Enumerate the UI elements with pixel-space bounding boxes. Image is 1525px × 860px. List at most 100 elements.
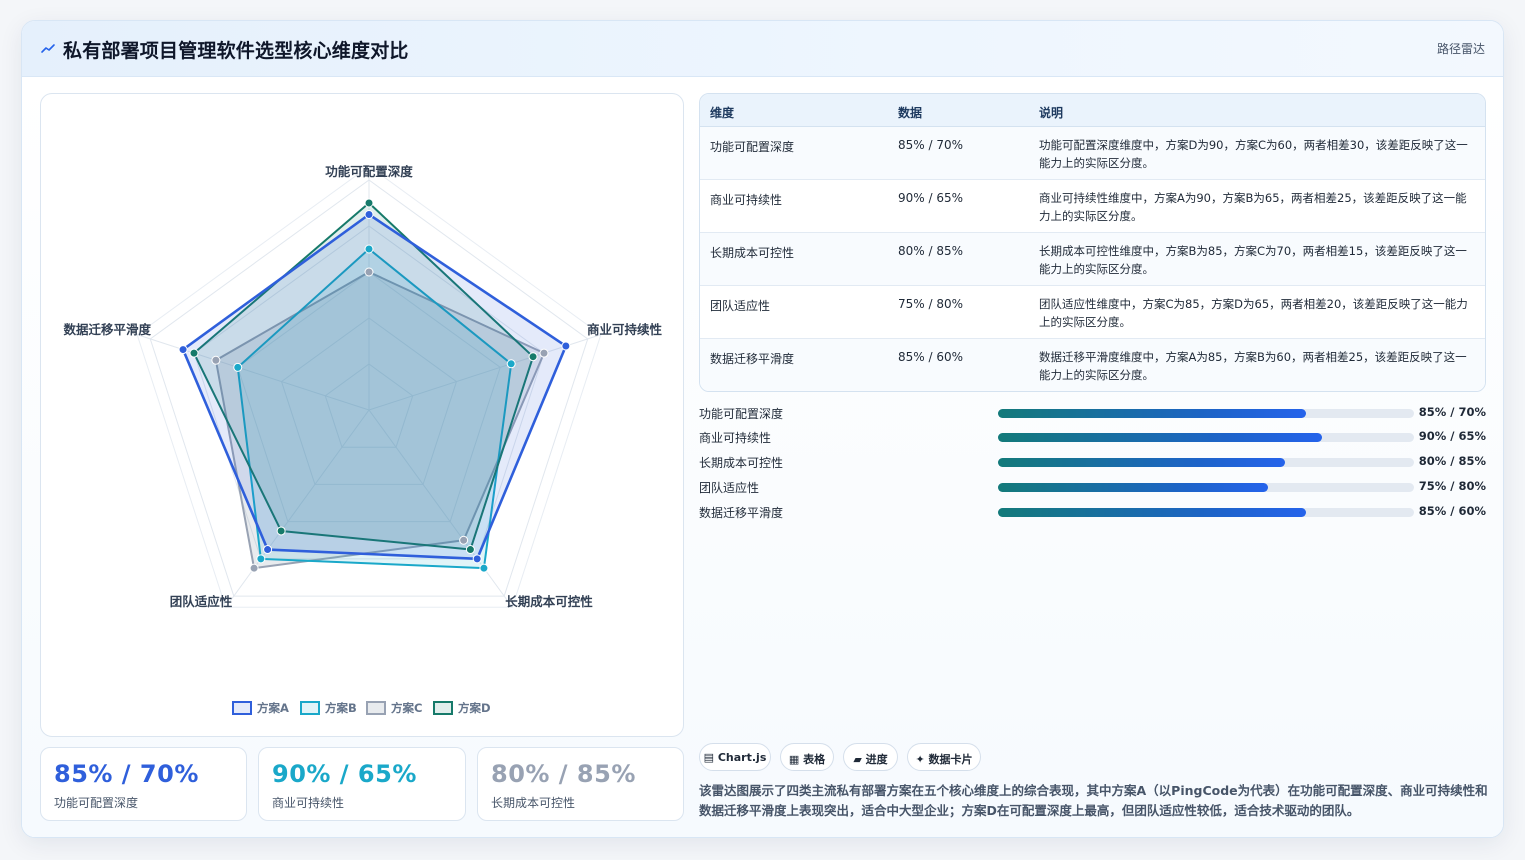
radar-data-point bbox=[256, 554, 266, 564]
progress-fill bbox=[998, 409, 1306, 418]
progress-label: 长期成本可控性 bbox=[699, 456, 784, 470]
progress-value: 75% / 80% bbox=[1418, 479, 1486, 493]
legend-label: 方案A bbox=[257, 701, 289, 715]
table-row: 长期成本可控性 80% / 85% 长期成本可控性维度中，方案B为85，方案C为… bbox=[700, 233, 1485, 286]
chart-icon: ▤ bbox=[703, 751, 715, 764]
radar-series-area bbox=[181, 213, 568, 561]
radar-data-point bbox=[211, 355, 221, 365]
progress-row: 功能可配置深度 85% / 70% bbox=[699, 403, 1486, 423]
progress-label: 功能可配置深度 bbox=[699, 407, 784, 421]
main-card: 私有部署项目管理软件选型核心维度对比 路径雷达 功能可配置深度 商业可持续性 长期成… bbox=[21, 20, 1504, 838]
radar-data-point bbox=[561, 341, 571, 351]
header-bar: 私有部署项目管理软件选型核心维度对比 路径雷达 bbox=[22, 21, 1503, 77]
radar-data-point bbox=[506, 359, 516, 369]
progress-label: 数据迁移平滑度 bbox=[699, 506, 784, 520]
cell-data: 85% / 70% bbox=[898, 138, 964, 152]
progress-fill bbox=[998, 483, 1269, 492]
data-table: 维度 数据 说明 功能可配置深度 85% / 70% 功能可配置深度维度中，方案… bbox=[699, 93, 1486, 392]
radar-data-point bbox=[364, 267, 374, 277]
progress-row: 商业可持续性 90% / 65% bbox=[699, 427, 1486, 447]
radar-data-point bbox=[178, 345, 188, 355]
progress-track bbox=[998, 409, 1414, 418]
progress-value: 90% / 65% bbox=[1418, 429, 1486, 443]
progress-track bbox=[998, 508, 1414, 517]
legend-swatch bbox=[300, 701, 320, 715]
progress-fill bbox=[998, 458, 1286, 467]
cell-data: 85% / 60% bbox=[898, 350, 964, 364]
table-row: 数据迁移平滑度 85% / 60% 数据迁移平滑度维度中，方案A为85，方案B为… bbox=[700, 339, 1485, 391]
column-header-description: 说明 bbox=[1039, 106, 1064, 120]
chip-data-card[interactable]: ✦ 数据卡片 bbox=[907, 743, 981, 771]
chip-label: 数据卡片 bbox=[928, 753, 973, 766]
radar-chart: 功能可配置深度商业可持续性长期成本可控性 团队适应性 数据迁移平滑度方案A 方案B 方案… bbox=[62, 164, 663, 715]
table-header: 维度 数据 说明 bbox=[700, 94, 1485, 127]
radar-axis-label: 团队适应性 bbox=[170, 594, 233, 609]
cell-dimension: 团队适应性 bbox=[710, 299, 771, 313]
legend-swatch bbox=[433, 701, 453, 715]
header-tag: 路径雷达 bbox=[1436, 42, 1485, 56]
legend-swatch bbox=[232, 701, 252, 715]
radar-data-point bbox=[189, 348, 199, 358]
stat-value: 80% / 85% bbox=[491, 760, 636, 788]
chip-table[interactable]: ▦ 表格 bbox=[780, 743, 834, 771]
cell-data: 90% / 65% bbox=[898, 191, 964, 205]
summary-text: 该雷达图展示了四类主流私有部署方案在五个核心维度上的综合表现，其中方案A（以Pi… bbox=[699, 783, 1488, 818]
stat-card-2: 90% / 65% 商业可持续性 bbox=[258, 747, 466, 821]
progress-fill bbox=[998, 433, 1323, 442]
radar-data-point bbox=[233, 362, 243, 372]
stat-value: 85% / 70% bbox=[54, 760, 199, 788]
progress-track bbox=[998, 483, 1414, 492]
legend-label: 方案D bbox=[458, 701, 491, 715]
chip-label: 表格 bbox=[803, 753, 826, 766]
table-row: 商业可持续性 90% / 65% 商业可持续性维度中，方案A为90，方案B为65… bbox=[700, 180, 1485, 233]
chip-chartjs[interactable]: ▤ Chart.js bbox=[699, 743, 771, 771]
radar-data-point bbox=[539, 348, 549, 358]
trend-icon bbox=[41, 44, 55, 53]
progress-row: 团队适应性 75% / 80% bbox=[699, 477, 1486, 497]
column-header-dimension: 维度 bbox=[710, 106, 735, 120]
radar-data-point bbox=[459, 535, 469, 545]
chip-label: Chart.js bbox=[717, 751, 767, 764]
progress-row: 数据迁移平滑度 85% / 60% bbox=[699, 502, 1486, 522]
progress-label: 商业可持续性 bbox=[699, 431, 772, 445]
progress-value: 85% / 70% bbox=[1418, 405, 1486, 419]
sparkle-icon: ✦ bbox=[915, 753, 925, 766]
stat-value: 90% / 65% bbox=[272, 760, 417, 788]
cell-description: 长期成本可控性维度中，方案B为85，方案C为70，两者相差15，该差距反映了这一… bbox=[1039, 244, 1467, 276]
chip-progress[interactable]: ▰ 进度 bbox=[843, 743, 898, 771]
progress-row: 长期成本可控性 80% / 85% bbox=[699, 452, 1486, 472]
cell-dimension: 长期成本可控性 bbox=[710, 246, 795, 260]
table-icon: ▦ bbox=[788, 753, 800, 766]
stat-label: 功能可配置深度 bbox=[54, 796, 139, 810]
cell-dimension: 功能可配置深度 bbox=[710, 140, 795, 154]
radar-data-point bbox=[528, 352, 538, 362]
progress-icon: ▰ bbox=[853, 753, 862, 766]
cell-data: 75% / 80% bbox=[898, 297, 964, 311]
column-header-data: 数据 bbox=[898, 106, 923, 120]
radar-data-point bbox=[364, 244, 374, 254]
legend-swatch bbox=[366, 701, 386, 715]
progress-fill bbox=[998, 508, 1306, 517]
progress-value: 85% / 60% bbox=[1418, 504, 1486, 518]
page-title: 私有部署项目管理软件选型核心维度对比 bbox=[63, 40, 409, 62]
radar-axis-label: 商业可持续性 bbox=[587, 322, 663, 337]
radar-data-point bbox=[472, 554, 482, 564]
radar-data-point bbox=[465, 545, 475, 555]
legend-label: 方案B bbox=[325, 701, 357, 715]
progress-track bbox=[998, 433, 1414, 442]
radar-data-point bbox=[263, 545, 273, 555]
cell-dimension: 数据迁移平滑度 bbox=[710, 352, 795, 366]
radar-data-point bbox=[479, 563, 489, 573]
table-row: 团队适应性 75% / 80% 团队适应性维度中，方案C为85，方案D为65，两… bbox=[700, 286, 1485, 339]
legend-label: 方案C bbox=[391, 701, 422, 715]
stat-label: 商业可持续性 bbox=[272, 796, 345, 810]
cell-description: 功能可配置深度维度中，方案D为90，方案C为60，两者相差30，该差距反映了这一… bbox=[1039, 138, 1468, 170]
radar-data-point bbox=[276, 526, 286, 536]
radar-axis-label: 长期成本可控性 bbox=[505, 594, 593, 609]
cell-data: 80% / 85% bbox=[898, 244, 964, 258]
cell-description: 团队适应性维度中，方案C为85，方案D为65，两者相差20，该差距反映了这一能力… bbox=[1039, 297, 1468, 329]
cell-dimension: 商业可持续性 bbox=[710, 193, 783, 207]
radar-axis-label: 功能可配置深度 bbox=[325, 164, 413, 179]
radar-data-point bbox=[364, 198, 374, 208]
progress-track bbox=[998, 458, 1414, 467]
